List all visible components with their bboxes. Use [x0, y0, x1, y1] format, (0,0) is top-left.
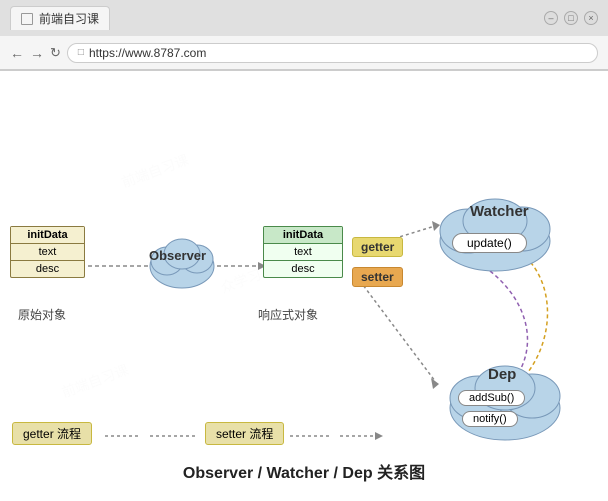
original-object-label: 原始对象	[18, 306, 66, 323]
dep-container: Dep addSub() notify()	[440, 356, 570, 451]
watermark-1: 前端自习课	[119, 150, 192, 193]
diagram-title: Observer / Watcher / Dep 关系图	[0, 459, 608, 483]
lock-icon: □	[78, 47, 84, 58]
title-bar: 前端自习课 – □ ×	[0, 0, 608, 36]
original-doc: initData text desc	[10, 226, 85, 278]
watermark-3: 前端自习课	[59, 360, 132, 403]
maximize-button[interactable]: □	[564, 11, 578, 25]
url-bar[interactable]: □ https://www.8787.com	[67, 43, 598, 63]
observer-cloud-svg	[145, 226, 220, 301]
dep-label: Dep	[488, 366, 516, 383]
getter-flow-label: getter 流程	[12, 422, 92, 445]
original-doc-desc: desc	[11, 261, 84, 277]
nav-bar: ← → ↻ □ https://www.8787.com	[0, 36, 608, 70]
tab-title: 前端自习课	[39, 10, 99, 27]
original-doc-header: initData	[11, 227, 84, 244]
setter-flow-label: setter 流程	[205, 422, 284, 445]
watcher-container: Watcher update()	[430, 191, 560, 281]
reactive-doc-header: initData	[264, 227, 342, 244]
diagram: initData text desc 原始对象 Observer initDat…	[0, 71, 608, 501]
watermark-2: 众学习	[218, 264, 264, 297]
tab-icon	[21, 13, 33, 25]
content-area: initData text desc 原始对象 Observer initDat…	[0, 71, 608, 501]
dep-addsub-method: addSub()	[458, 390, 525, 406]
window-controls: – □ ×	[544, 11, 598, 25]
browser-chrome: 前端自习课 – □ × ← → ↻ □ https://www.8787.com	[0, 0, 608, 71]
reload-button[interactable]: ↻	[50, 45, 61, 61]
observer-label: Observer	[149, 248, 206, 263]
forward-button[interactable]: →	[30, 45, 44, 61]
reactive-doc: initData text desc	[263, 226, 343, 278]
close-button[interactable]: ×	[584, 11, 598, 25]
reactive-doc-desc: desc	[264, 261, 342, 277]
watcher-update-method: update()	[452, 233, 527, 253]
setter-badge: setter	[352, 267, 403, 287]
reactive-doc-text: text	[264, 244, 342, 261]
dep-notify-method: notify()	[462, 411, 518, 427]
browser-tab[interactable]: 前端自习课	[10, 6, 110, 30]
url-text: https://www.8787.com	[89, 46, 206, 60]
minimize-button[interactable]: –	[544, 11, 558, 25]
observer-container: Observer	[145, 226, 220, 301]
getter-badge: getter	[352, 237, 403, 257]
back-button[interactable]: ←	[10, 45, 24, 61]
reactive-object-label: 响应式对象	[258, 306, 318, 323]
original-doc-text: text	[11, 244, 84, 261]
watcher-label: Watcher	[470, 203, 529, 220]
